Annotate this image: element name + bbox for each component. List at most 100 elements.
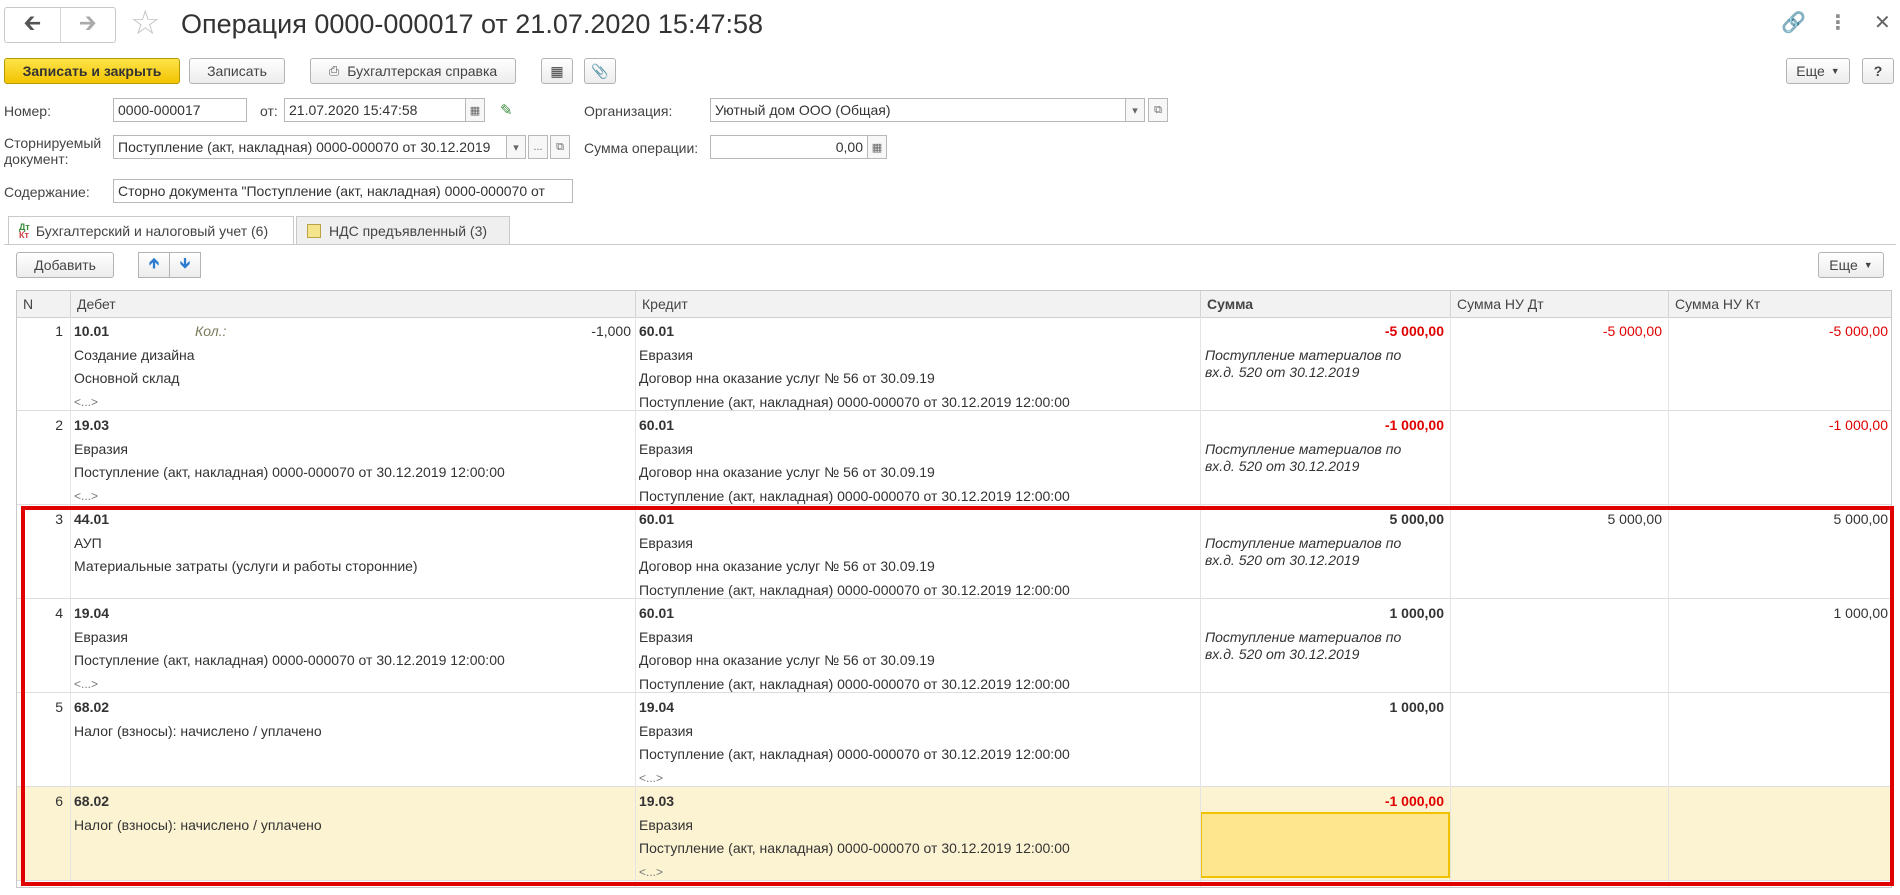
column-header-n[interactable]: N	[17, 291, 70, 317]
sum-nu-dt-value[interactable]: -5 000,00	[1450, 323, 1662, 339]
grid-more-button[interactable]: Еще ▼	[1818, 252, 1884, 278]
sum-nu-kt-value[interactable]: 1 000,00	[1668, 605, 1889, 621]
debit-line[interactable]: Создание дизайна	[74, 347, 195, 363]
column-header-credit[interactable]: Кредит	[635, 291, 1200, 317]
organization-dropdown-icon[interactable]: ▾	[1125, 98, 1145, 122]
debit-line[interactable]: 68.02	[74, 699, 109, 715]
debit-line[interactable]: 19.04	[74, 605, 109, 621]
credit-line[interactable]: Евразия	[639, 347, 693, 363]
sum-value[interactable]: 5 000,00	[1200, 511, 1445, 527]
table-row[interactable]: 5 68.02 Налог (взносы): начислено / уплаче…	[17, 693, 1891, 787]
credit-line[interactable]: Евразия	[639, 817, 693, 833]
credit-line[interactable]: Поступление (акт, накладная) 0000-000070…	[639, 582, 1070, 598]
debit-line[interactable]: 10.01	[74, 323, 109, 339]
debit-line[interactable]: Материальные затраты (услуги и работы ст…	[74, 558, 418, 574]
credit-line[interactable]: 19.03	[639, 793, 674, 809]
close-icon[interactable]: ✕	[1874, 10, 1891, 35]
credit-line[interactable]: Поступление (акт, накладная) 0000-000070…	[639, 488, 1070, 504]
storno-document-field[interactable]: Поступление (акт, накладная) 0000-000070…	[113, 135, 507, 159]
column-header-sum-nu-kt[interactable]: Сумма НУ Кт	[1668, 291, 1891, 317]
organization-field[interactable]: Уютный дом ООО (Общая)	[710, 98, 1126, 122]
report-button[interactable]: ⎙ Бухгалтерская справка	[310, 58, 516, 84]
table-row[interactable]: 3 44.01 АУП Материальные затраты (услуги и …	[17, 505, 1891, 599]
credit-line[interactable]: Поступление (акт, накладная) 0000-000070…	[639, 840, 1070, 856]
date-field[interactable]: 21.07.2020 15:47:58	[284, 98, 466, 122]
move-up-icon[interactable]: 🡹	[138, 252, 170, 278]
sum-value[interactable]: -5 000,00	[1200, 323, 1444, 339]
save-and-close-button[interactable]: Записать и закрыть	[4, 58, 180, 84]
storno-open-icon[interactable]: ⧉	[550, 135, 570, 159]
table-row[interactable]: 6 68.02 Налог (взносы): начислено / уплаче…	[17, 787, 1891, 881]
credit-line[interactable]: 60.01	[639, 323, 674, 339]
credit-line[interactable]: Договор нна оказание услуг № 56 от 30.09…	[639, 370, 935, 386]
column-header-sum-nu-dt[interactable]: Сумма НУ Дт	[1450, 291, 1668, 317]
tab-accounting[interactable]: Дт Кт Бухгалтерский и налоговый учет (6)	[8, 216, 294, 245]
sum-nu-dt-value[interactable]: 5 000,00	[1450, 511, 1663, 527]
credit-line[interactable]: Евразия	[639, 629, 693, 645]
sum-value[interactable]: 1 000,00	[1200, 605, 1445, 621]
more-button[interactable]: Еще ▼	[1786, 58, 1850, 84]
credit-line[interactable]: 19.04	[639, 699, 674, 715]
storno-dropdown-icon[interactable]: ▾	[506, 135, 526, 159]
sum-nu-kt-value[interactable]: -1 000,00	[1668, 417, 1888, 433]
column-header-debit[interactable]: Дебет	[70, 291, 635, 317]
table-row[interactable]: 2 19.03 Евразия Поступление (акт, накладная…	[17, 411, 1891, 505]
storno-select-button[interactable]: ...	[528, 135, 548, 159]
help-button[interactable]: ?	[1862, 58, 1894, 84]
debit-line[interactable]: Поступление (акт, накладная) 0000-000070…	[74, 652, 505, 668]
save-button[interactable]: Записать	[189, 58, 285, 84]
structure-icon[interactable]: ▦	[541, 58, 573, 84]
more-menu-icon[interactable]: ⋮	[1828, 10, 1848, 35]
tab-vat[interactable]: НДС предъявленный (3)	[296, 216, 510, 244]
sum-value[interactable]: -1 000,00	[1200, 417, 1444, 433]
sum-edit-cell[interactable]	[1200, 812, 1450, 878]
credit-line[interactable]: Евразия	[639, 441, 693, 457]
debit-line[interactable]: Налог (взносы): начислено / уплачено	[74, 723, 322, 739]
debit-line[interactable]: Основной склад	[74, 370, 179, 386]
add-row-button[interactable]: Добавить	[16, 252, 114, 278]
credit-line[interactable]: <...>	[639, 770, 663, 786]
attachment-icon[interactable]: 📎	[584, 58, 616, 84]
credit-line[interactable]: 60.01	[639, 511, 674, 527]
sum-field[interactable]: 0,00	[710, 135, 868, 159]
back-arrow-icon[interactable]: 🡰	[5, 8, 60, 42]
credit-line[interactable]: <...>	[639, 864, 663, 880]
sum-nu-kt-value[interactable]: -5 000,00	[1668, 323, 1888, 339]
credit-line[interactable]: 60.01	[639, 417, 674, 433]
sum-value[interactable]: -1 000,00	[1200, 793, 1444, 809]
organization-open-icon[interactable]: ⧉	[1148, 98, 1168, 122]
move-down-icon[interactable]: 🡻	[169, 252, 201, 278]
favorite-star-icon[interactable]: ☆	[130, 6, 160, 40]
credit-line[interactable]: 60.01	[639, 605, 674, 621]
calculator-icon[interactable]: ▦	[867, 135, 887, 159]
credit-line[interactable]: Договор нна оказание услуг № 56 от 30.09…	[639, 652, 935, 668]
debit-line[interactable]: Евразия	[74, 441, 128, 457]
debit-line[interactable]: Евразия	[74, 629, 128, 645]
credit-line[interactable]: Поступление (акт, накладная) 0000-000070…	[639, 394, 1070, 410]
credit-line[interactable]: Поступление (акт, накладная) 0000-000070…	[639, 676, 1070, 692]
forward-arrow-icon[interactable]: 🡲	[59, 8, 116, 42]
debit-line[interactable]: АУП	[74, 535, 102, 551]
quantity-value[interactable]: -1,000	[497, 323, 631, 339]
credit-line[interactable]: Поступление (акт, накладная) 0000-000070…	[639, 746, 1070, 762]
debit-line[interactable]: Налог (взносы): начислено / уплачено	[74, 817, 322, 833]
sum-nu-kt-value[interactable]: 5 000,00	[1668, 511, 1889, 527]
debit-line[interactable]: <...>	[74, 676, 98, 692]
content-field[interactable]: Сторно документа "Поступление (акт, накл…	[113, 179, 573, 203]
column-header-sum[interactable]: Сумма	[1200, 291, 1450, 317]
link-icon[interactable]: 🔗	[1781, 10, 1806, 35]
entries-table[interactable]: N Дебет Кредит Сумма Сумма НУ Дт Сумма Н…	[16, 290, 1892, 888]
credit-line[interactable]: Евразия	[639, 535, 693, 551]
debit-line[interactable]: 44.01	[74, 511, 109, 527]
edit-date-icon[interactable]: ✎	[500, 101, 513, 119]
number-field[interactable]: 0000-000017	[113, 98, 247, 122]
sum-value[interactable]: 1 000,00	[1200, 699, 1445, 715]
debit-line[interactable]: 68.02	[74, 793, 109, 809]
credit-line[interactable]: Договор нна оказание услуг № 56 от 30.09…	[639, 464, 935, 480]
debit-line[interactable]: 19.03	[74, 417, 109, 433]
table-row[interactable]: 1 10.01 Создание дизайна Основной склад <...…	[17, 317, 1891, 411]
calendar-icon[interactable]: ▦	[465, 98, 485, 122]
table-row[interactable]: 4 19.04 Евразия Поступление (акт, накладная…	[17, 599, 1891, 693]
debit-line[interactable]: Поступление (акт, накладная) 0000-000070…	[74, 464, 505, 480]
credit-line[interactable]: Евразия	[639, 723, 693, 739]
